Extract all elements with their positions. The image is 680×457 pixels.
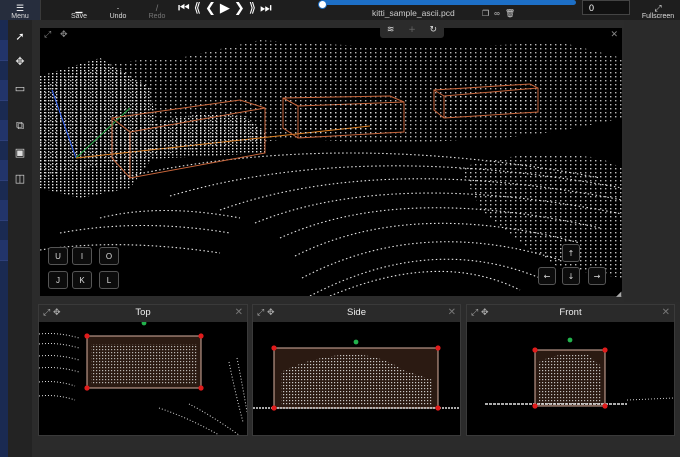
camera-forward-button[interactable]: I xyxy=(72,247,92,265)
camera-back-button[interactable]: K xyxy=(72,271,92,289)
camera-down-button[interactable]: O xyxy=(99,247,119,265)
side-view-title: Side xyxy=(346,307,366,318)
layers-icon[interactable]: ≋ xyxy=(387,25,395,35)
menu-label: Menu xyxy=(11,13,29,20)
camera-right-button[interactable]: L xyxy=(99,271,119,289)
top-view-canvas[interactable] xyxy=(39,322,247,435)
undo-icon: · xyxy=(116,3,120,13)
prev-frame-icon[interactable]: ❮ xyxy=(205,2,216,15)
nav-item[interactable] xyxy=(0,120,8,141)
redo-label: Redo xyxy=(148,13,166,20)
drag-icon[interactable]: ✥ xyxy=(60,30,68,40)
copy-icon[interactable]: ❐ xyxy=(482,9,489,18)
side-view-points xyxy=(253,339,460,411)
fullscreen-icon: ⤢ xyxy=(654,3,662,13)
resize-tool-icon[interactable]: ⧉ xyxy=(12,118,28,134)
fast-rewind-icon[interactable]: ⟪ xyxy=(194,2,201,15)
maximize-icon[interactable]: ⤢ xyxy=(44,30,51,40)
save-label: Save xyxy=(71,13,87,20)
pan-left-icon[interactable]: ← xyxy=(538,267,556,285)
main-3d-view[interactable]: ⤢ ✥ ✕ U I O J K L ↑ ← ↓ → xyxy=(40,28,622,296)
camera-up-button[interactable]: U xyxy=(48,247,68,265)
top-view-points xyxy=(39,322,247,435)
resize-handle-icon[interactable]: ◢ xyxy=(616,290,621,298)
front-view[interactable]: ⤢ ✥ Front ✕ xyxy=(466,304,675,436)
delete-icon[interactable]: 🗑︎ xyxy=(505,9,515,18)
right-panel xyxy=(624,20,680,302)
playback-controls: ⏮ ⟪ ❮ ▶ ❯ ⟫ ⏭ xyxy=(178,0,272,16)
split-view-icon[interactable]: ◫ xyxy=(12,170,28,186)
last-frame-icon[interactable]: ⏭ xyxy=(260,2,272,15)
undo-label: Undo xyxy=(109,13,127,20)
frame-number-input[interactable]: 0 xyxy=(582,0,630,15)
front-view-points xyxy=(485,337,674,409)
tool-palette: ➚ ✥ ▭ ⧉ ▣ ◫ xyxy=(8,20,32,457)
top-toolbar: ☰ Menu ▁ Save · Undo / Redo ⏮ ⟪ ❮ ▶ ❯ ⟫ … xyxy=(0,0,680,20)
top-view-header: ⤢ ✥ Top ✕ xyxy=(39,305,247,322)
undo-button[interactable]: · Undo xyxy=(104,0,132,21)
nav-item[interactable] xyxy=(0,200,8,221)
first-frame-icon[interactable]: ⏮ xyxy=(178,2,190,15)
add-icon[interactable]: + xyxy=(408,25,416,35)
nav-item[interactable] xyxy=(0,40,8,61)
nav-item[interactable] xyxy=(0,240,8,261)
view-toolbar: ≋ + ↻ xyxy=(380,21,444,38)
front-view-title: Front xyxy=(559,307,582,318)
pan-right-icon[interactable]: → xyxy=(588,267,606,285)
front-view-canvas[interactable] xyxy=(467,322,674,435)
redo-button[interactable]: / Redo xyxy=(143,0,171,21)
frame-slider-thumb[interactable] xyxy=(318,0,327,9)
close-icon[interactable]: ✕ xyxy=(448,307,456,318)
nav-item[interactable] xyxy=(0,160,8,181)
side-view[interactable]: ⤢ ✥ Side ✕ xyxy=(252,304,461,436)
pan-up-icon[interactable]: ↑ xyxy=(562,244,580,262)
box-tool-icon[interactable]: ▭ xyxy=(12,80,28,96)
close-icon[interactable]: ✕ xyxy=(662,307,670,318)
file-actions: ❐ ∞ 🗑︎ xyxy=(482,9,515,18)
save-icon: ▁ xyxy=(75,3,83,13)
top-view[interactable]: ⤢ ✥ Top ✕ xyxy=(38,304,248,436)
point-cloud xyxy=(40,40,622,296)
fast-forward-icon[interactable]: ⟫ xyxy=(249,2,256,15)
camera-left-button[interactable]: J xyxy=(48,271,68,289)
refresh-icon[interactable]: ↻ xyxy=(430,25,438,35)
link-icon[interactable]: ∞ xyxy=(494,9,500,18)
fullscreen-button[interactable]: ⤢ Fullscreen xyxy=(636,0,680,21)
fullscreen-label: Fullscreen xyxy=(641,13,675,20)
front-view-header: ⤢ ✥ Front ✕ xyxy=(467,305,674,322)
focus-tool-icon[interactable]: ▣ xyxy=(12,144,28,160)
side-view-header: ⤢ ✥ Side ✕ xyxy=(253,305,460,322)
play-icon[interactable]: ▶ xyxy=(220,2,230,15)
left-nav xyxy=(0,20,8,457)
redo-icon: / xyxy=(155,3,159,13)
select-tool-icon[interactable]: ➚ xyxy=(12,28,28,44)
top-view-title: Top xyxy=(135,307,151,318)
side-view-canvas[interactable] xyxy=(253,322,460,435)
hamburger-icon: ☰ xyxy=(15,3,25,13)
save-button[interactable]: ▁ Save xyxy=(66,0,92,21)
nav-item[interactable] xyxy=(0,80,8,101)
menu-button[interactable]: ☰ Menu xyxy=(0,0,41,20)
frame-slider-track[interactable] xyxy=(320,0,576,5)
next-frame-icon[interactable]: ❯ xyxy=(234,2,245,15)
close-icon[interactable]: ✕ xyxy=(610,30,618,40)
move-tool-icon[interactable]: ✥ xyxy=(12,53,28,69)
file-name: kitti_sample_ascii.pcd xyxy=(372,8,455,18)
close-icon[interactable]: ✕ xyxy=(235,307,243,318)
pan-down-icon[interactable]: ↓ xyxy=(562,267,580,285)
